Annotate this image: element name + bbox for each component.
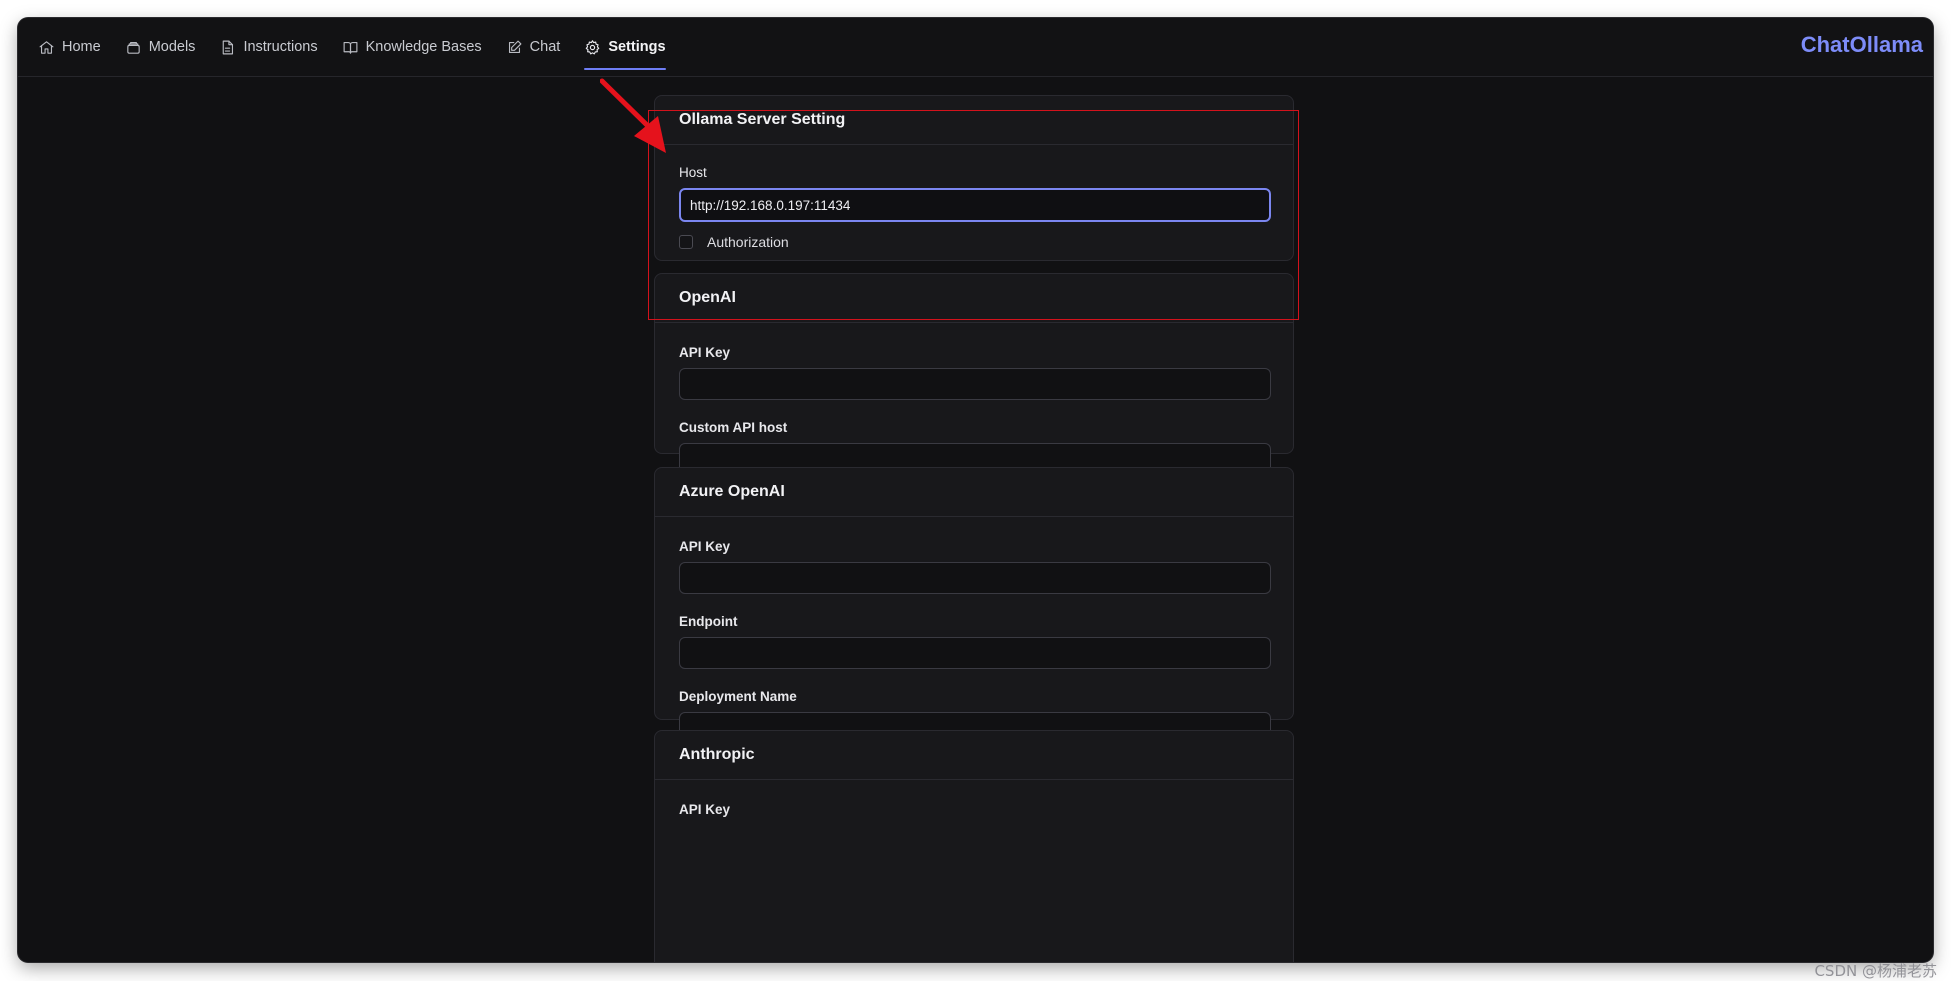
document-icon [223, 40, 234, 54]
custom-api-host-label: Custom API host [679, 420, 788, 435]
nav-item-home[interactable]: Home [26, 18, 113, 76]
nav-item-models[interactable]: Models [113, 18, 208, 76]
endpoint-label: Endpoint [679, 614, 738, 629]
nav-item-label: Models [148, 39, 196, 55]
app-window: Home Models Instructions Knowledge Bases [18, 18, 1933, 962]
card-title: Anthropic [655, 731, 1293, 780]
authorization-checkbox[interactable] [679, 235, 693, 249]
card-title: Azure OpenAI [655, 468, 1293, 517]
openai-api-key-label: API Key [679, 345, 731, 360]
settings-content: Ollama Server Setting Host Authorization… [18, 77, 1933, 962]
nav-item-label: Chat [529, 39, 561, 55]
azure-api-key-input[interactable] [679, 562, 1271, 594]
anthropic-settings-card: Anthropic API Key [654, 730, 1294, 962]
nav-item-instructions[interactable]: Instructions [207, 18, 329, 76]
card-title: OpenAI [655, 274, 1293, 323]
nav-item-knowledge-bases[interactable]: Knowledge Bases [330, 18, 494, 76]
deployment-name-label: Deployment Name [679, 689, 797, 704]
host-input[interactable] [679, 188, 1271, 222]
home-icon [39, 40, 54, 54]
nav-item-label: Knowledge Bases [365, 39, 482, 55]
book-open-icon [343, 41, 358, 54]
watermark-text: CSDN @杨浦老苏 [1814, 962, 1937, 980]
gear-icon [586, 39, 600, 54]
card-title: Ollama Server Setting [655, 96, 1293, 145]
ollama-settings-card: Ollama Server Setting Host Authorization [654, 95, 1294, 261]
pencil-square-icon [508, 40, 522, 53]
anthropic-api-key-label: API Key [679, 802, 731, 817]
brand-logo[interactable]: ChatOllama [1801, 32, 1923, 58]
host-label: Host [679, 165, 707, 180]
nav-item-label: Settings [608, 39, 666, 55]
nav-item-label: Home [62, 39, 101, 55]
openai-settings-card: OpenAI API Key Custom API host [654, 273, 1294, 475]
nav-item-settings[interactable]: Settings [572, 18, 677, 76]
nav-item-label: Instructions [243, 39, 318, 55]
nav-menu: Home Models Instructions Knowledge Bases [26, 18, 678, 76]
openai-api-key-input[interactable] [679, 368, 1271, 400]
authorization-label[interactable]: Authorization [707, 234, 789, 250]
azure-openai-settings-card: Azure OpenAI API Key Endpoint Deployment… [654, 467, 1294, 744]
authorization-row: Authorization [679, 234, 1269, 250]
azure-api-key-label: API Key [679, 539, 731, 554]
nav-item-chat[interactable]: Chat [494, 18, 573, 76]
top-navbar: Home Models Instructions Knowledge Bases [18, 18, 1933, 77]
layers-icon [126, 41, 140, 54]
endpoint-input[interactable] [679, 637, 1271, 669]
